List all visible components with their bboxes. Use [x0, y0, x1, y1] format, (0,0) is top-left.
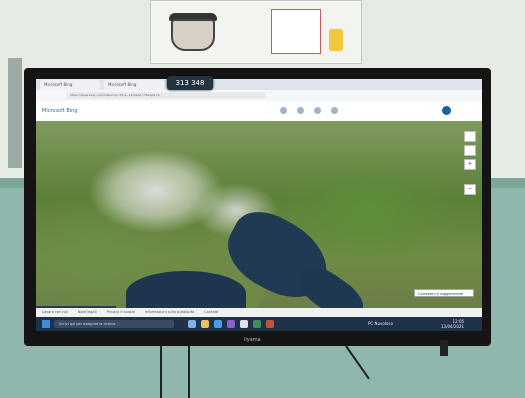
- footer-link[interactable]: Informazioni sulla pubblicità: [145, 308, 194, 317]
- address-bar[interactable]: https://www.bing.com/maps?cp=45.0~12.0&l…: [66, 92, 266, 99]
- file-explorer-icon[interactable]: [201, 320, 209, 328]
- browser-tab[interactable]: Microsoft Bing: [104, 80, 164, 90]
- wall-poster: [150, 0, 362, 64]
- tv-brand-logo: iiyama: [244, 337, 261, 343]
- windows-start-icon[interactable]: [42, 320, 50, 328]
- avatar[interactable]: [442, 106, 451, 115]
- footer-links: Lavora con noi Note legali Privacy e coo…: [36, 308, 482, 317]
- edge-icon[interactable]: [214, 320, 222, 328]
- wall-speaker: [8, 58, 22, 168]
- book-drawing: [271, 9, 321, 54]
- locate-button[interactable]: [464, 145, 476, 156]
- teams-icon[interactable]: [227, 320, 235, 328]
- footer-link[interactable]: Privacy e cookie: [107, 308, 135, 317]
- taskbar-search-input[interactable]: Scrivi qui per eseguire la ricerca: [54, 320, 174, 328]
- taskbar-clock[interactable]: 12:05 13/04/2021: [441, 319, 464, 329]
- browser-tab[interactable]: Microsoft Bing: [40, 80, 100, 90]
- clock-date: 13/04/2021: [441, 324, 465, 329]
- satellite-map[interactable]: [36, 121, 482, 331]
- tv-screen: Microsoft Bing Microsoft Bing https://ww…: [36, 79, 482, 331]
- bing-logo[interactable]: Microsoft Bing: [42, 108, 78, 114]
- viewer-counter-badge: 313 348: [167, 76, 213, 90]
- footer-link[interactable]: Contatti: [204, 308, 218, 317]
- excel-icon[interactable]: [253, 320, 261, 328]
- task-view-icon[interactable]: [188, 320, 196, 328]
- cable: [160, 346, 162, 398]
- zoom-out-button[interactable]: −: [464, 184, 476, 195]
- store-icon[interactable]: [240, 320, 248, 328]
- suggest-corrections-button[interactable]: Correzioni e suggerimenti: [414, 289, 474, 297]
- footer-link[interactable]: Lavora con noi: [42, 308, 68, 317]
- search-icon[interactable]: [280, 107, 287, 114]
- collections-icon[interactable]: [314, 107, 321, 114]
- map-style-button[interactable]: [464, 131, 476, 142]
- header-icons: [280, 107, 338, 114]
- cable: [188, 346, 190, 398]
- directions-icon[interactable]: [297, 107, 304, 114]
- powerpoint-icon[interactable]: [266, 320, 274, 328]
- zoom-in-button[interactable]: +: [464, 159, 476, 170]
- tv-bracket: [440, 340, 448, 356]
- pot-drawing: [171, 19, 215, 51]
- jar-drawing: [329, 29, 343, 51]
- system-tray-weather[interactable]: PC Nuvoloso: [368, 319, 393, 329]
- more-icon[interactable]: [331, 107, 338, 114]
- bing-header: [36, 101, 482, 122]
- footer-link[interactable]: Note legali: [78, 308, 97, 317]
- browser-tabbar: Microsoft Bing Microsoft Bing: [36, 79, 482, 90]
- taskbar-apps: [188, 320, 274, 328]
